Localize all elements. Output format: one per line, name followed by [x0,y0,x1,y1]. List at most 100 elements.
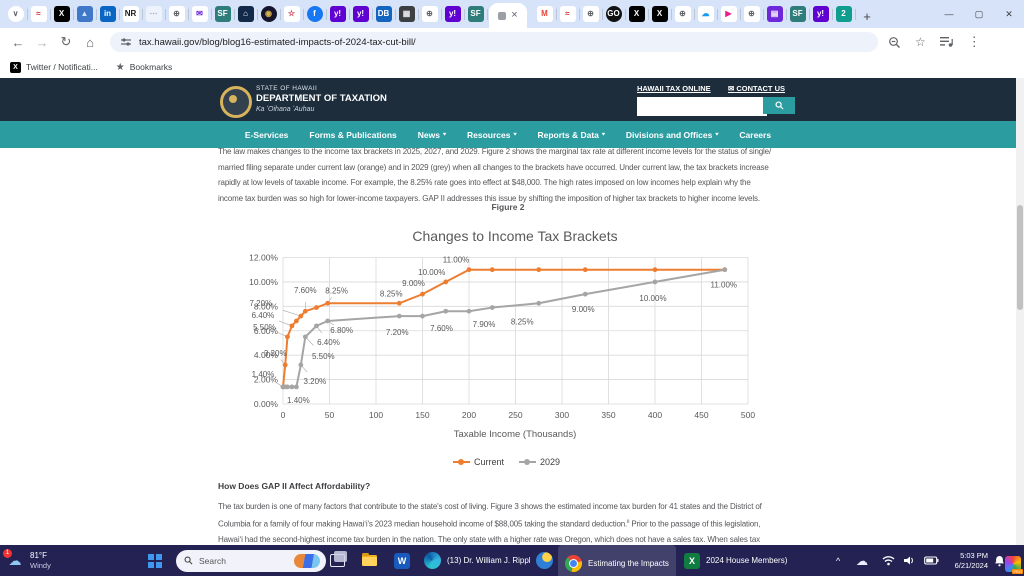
svg-text:8.25%: 8.25% [380,289,403,298]
toolbar-right-icons: ☆ ⋮ [888,34,981,50]
pinned-tab[interactable]: y! [809,0,832,28]
pinned-tab[interactable]: ✉ [188,0,211,28]
pinned-tab[interactable]: y! [441,0,464,28]
weather-widget[interactable]: ☁1 81°F Windy [6,545,51,576]
nav-item-label: Resources [467,130,510,140]
reload-button[interactable]: ↻ [54,34,78,50]
task-view-button[interactable] [330,545,345,576]
pinned-tab[interactable]: ◉ [257,0,280,28]
nav-item-careers[interactable]: Careers [739,130,771,140]
home-button[interactable]: ⌂ [78,35,102,50]
pinned-tab[interactable]: ⊕ [165,0,188,28]
pinned-tab[interactable]: in [96,0,119,28]
intro-paragraph: The law makes changes to the income tax … [218,144,808,207]
start-button[interactable] [148,545,162,576]
nav-item-divisions-and-offices[interactable]: Divisions and Offices▾ [626,130,718,140]
nav-item-e-services[interactable]: E-Services [245,130,288,140]
pinned-tab[interactable]: ⊕ [671,0,694,28]
svg-text:10.00%: 10.00% [249,277,278,287]
close-button[interactable]: ✕ [994,9,1024,20]
folder-icon [362,555,377,566]
back-button[interactable]: ← [6,35,30,50]
pinned-tab-favicon: f [307,6,323,22]
browser-toolbar: ← → ↻ ⌂ tax.hawaii.gov/blog/blog16-estim… [0,28,1024,57]
profile-app-button[interactable] [536,545,553,576]
scrollbar-thumb[interactable] [1017,205,1023,310]
pinned-tab[interactable]: ∨ [4,0,27,28]
paragraph-line: Hawaiʻi had the second-highest income ta… [218,532,808,545]
volume-tray-icon[interactable] [903,545,915,576]
bookmark-star-icon[interactable]: ☆ [915,35,926,49]
wifi-tray-icon[interactable] [882,545,895,576]
bookmark-folder[interactable]: ★ Bookmarks [116,62,172,73]
pinned-tab[interactable]: GO [602,0,625,28]
pinned-tab[interactable]: y! [349,0,372,28]
file-explorer-button[interactable] [362,545,377,576]
pinned-tab[interactable]: 2 [832,0,855,28]
cloud-icon: ☁ [856,554,868,568]
excel-window-button[interactable]: X 2024 House Members) [684,545,787,576]
pinned-tab[interactable]: ≈ [556,0,579,28]
site-search-button[interactable] [763,97,795,114]
nav-item-resources[interactable]: Resources▾ [467,130,516,140]
page-scrollbar[interactable] [1016,78,1024,545]
browser-menu-icon[interactable]: ⋮ [968,34,981,50]
hawaii-tax-online-link[interactable]: HAWAII TAX ONLINE [637,84,711,93]
svg-text:3.20%: 3.20% [264,349,287,358]
nav-item-news[interactable]: News▾ [418,130,446,140]
pinned-tab[interactable]: ⊕ [418,0,441,28]
pinned-tab[interactable]: ▲ [73,0,96,28]
nav-item-forms-publications[interactable]: Forms & Publications [309,130,396,140]
pinned-tab[interactable]: M [533,0,556,28]
pinned-tab[interactable]: ☁ [694,0,717,28]
url-text[interactable]: tax.hawaii.gov/blog/blog16-estimated-imp… [139,37,416,48]
pinned-tab[interactable]: X [648,0,671,28]
bookmark-item-twitter[interactable]: X Twitter / Notificati... [10,62,98,73]
pinned-tab[interactable]: X [50,0,73,28]
forward-button[interactable]: → [30,35,54,50]
taskbar-search[interactable]: Search [176,545,326,576]
bookmark-label: Twitter / Notificati... [26,62,98,72]
pinned-tab[interactable]: DB [372,0,395,28]
tab-close-icon[interactable]: × [511,10,517,21]
pinned-tab[interactable]: X [625,0,648,28]
clock-widget[interactable]: 5:03 PM 6/21/2024 [946,545,988,576]
photos-app-button[interactable] [1005,548,1021,579]
site-search-input[interactable] [637,97,767,116]
pinned-tab[interactable]: ▦ [395,0,418,28]
edge-window-button[interactable]: (13) Dr. William J. Rippl [424,545,531,576]
battery-tray-icon[interactable] [924,545,939,576]
pinned-tab[interactable]: ⋯ [142,0,165,28]
pinned-tab[interactable]: ⌂ [234,0,257,28]
tray-chevron[interactable]: ^ [836,545,840,576]
pinned-tab[interactable]: y! [326,0,349,28]
pinned-tab[interactable]: ⊕ [740,0,763,28]
pinned-tab[interactable]: SF [211,0,234,28]
zoom-indicator-icon[interactable] [888,36,901,49]
active-tab[interactable]: × [489,3,527,28]
notification-bell[interactable] [994,545,1005,576]
pinned-tab[interactable]: ⊕ [579,0,602,28]
site-settings-icon[interactable] [120,36,132,48]
new-tab-button[interactable]: + [855,4,879,28]
pinned-tab[interactable]: SF [464,0,487,28]
pinned-tab-favicon: in [100,6,116,22]
pinned-tab[interactable]: f [303,0,326,28]
word-button[interactable]: W [394,545,410,576]
address-bar[interactable]: tax.hawaii.gov/blog/blog16-estimated-imp… [110,32,878,52]
onedrive-tray-icon[interactable]: ☁ [856,545,868,576]
pinned-tab-favicon: ✉ [192,6,208,22]
pinned-tab[interactable]: ☆ [280,0,303,28]
pinned-tab[interactable]: ▤ [763,0,786,28]
nav-item-reports-data[interactable]: Reports & Data▾ [538,130,605,140]
maximize-button[interactable]: ▢ [964,9,994,20]
media-playlist-icon[interactable] [940,36,954,48]
contact-us-link[interactable]: ✉ CONTACT US [728,84,785,93]
pinned-tab[interactable]: SF [786,0,809,28]
pinned-tab[interactable]: ▶ [717,0,740,28]
pinned-tab[interactable]: ≈ [27,0,50,28]
chrome-window-button[interactable]: Estimating the Impacts [558,545,676,582]
svg-text:7.60%: 7.60% [430,324,453,333]
pinned-tab[interactable]: NR [119,0,142,28]
minimize-button[interactable]: — [934,9,964,19]
